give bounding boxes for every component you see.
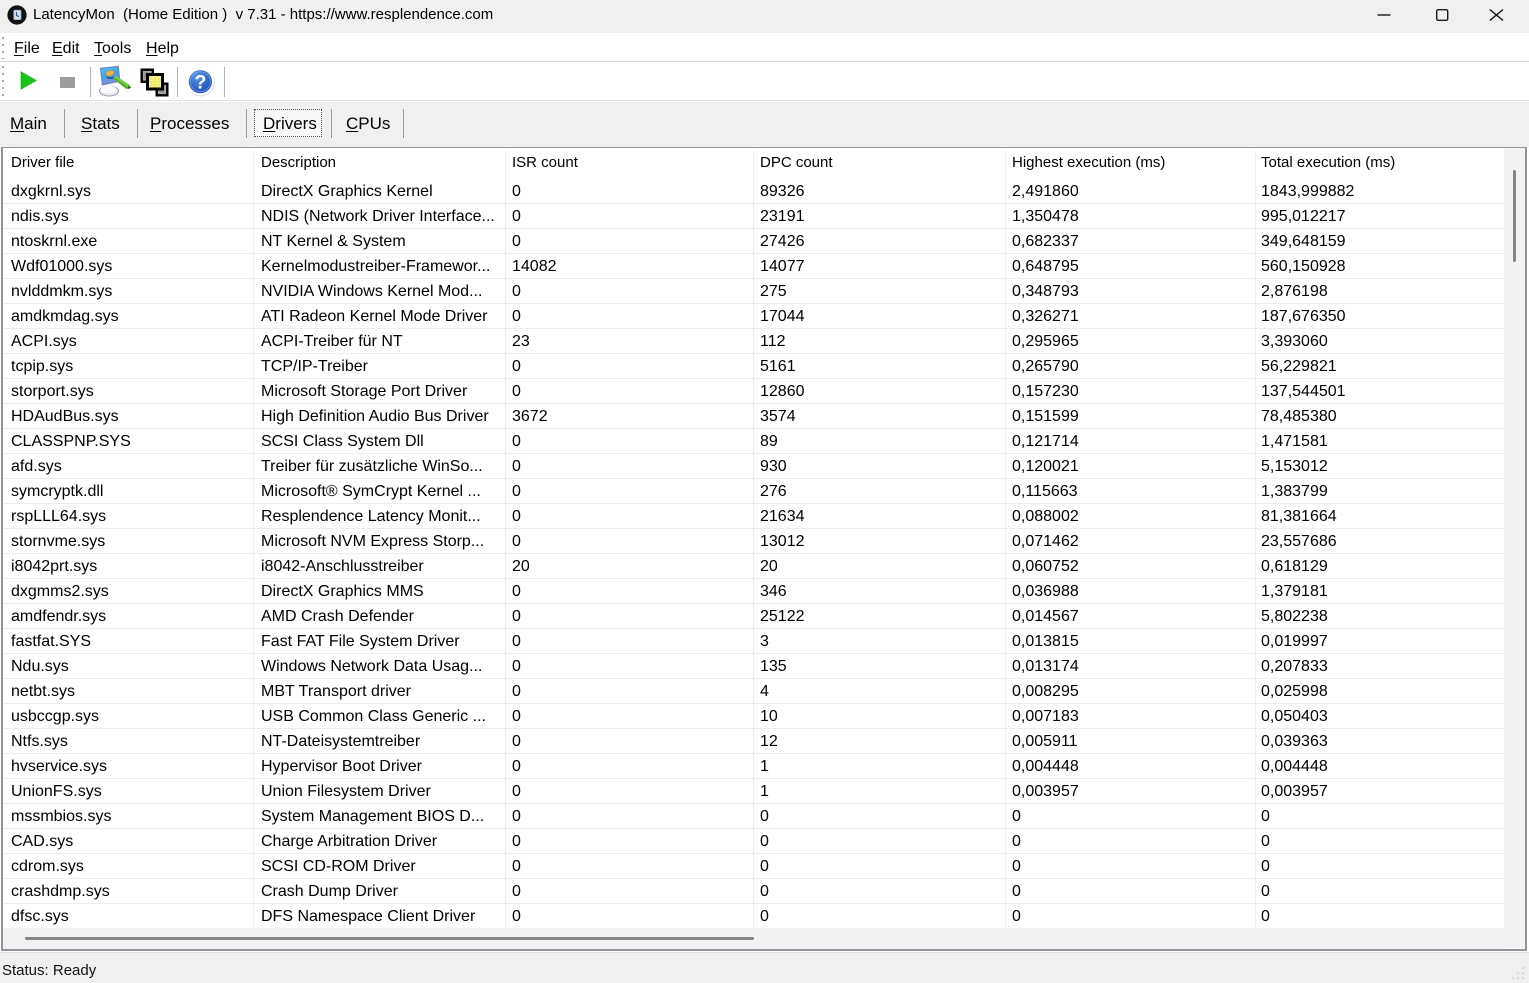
svg-text:?: ? bbox=[194, 72, 206, 94]
